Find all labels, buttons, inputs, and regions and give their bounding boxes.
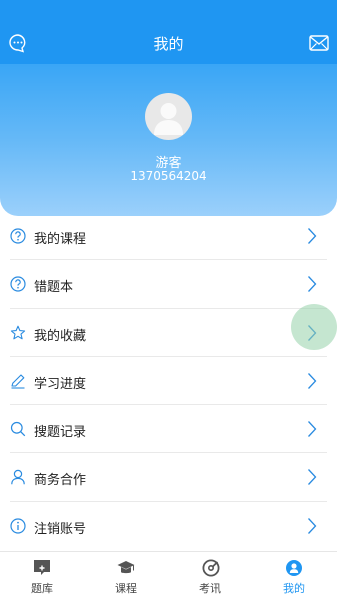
graduation-cap-icon	[117, 561, 135, 574]
tab-question-bank[interactable]: 题库	[0, 552, 84, 600]
star-icon	[10, 325, 26, 339]
menu-item-label: 学习进度	[34, 376, 87, 392]
chevron-right-icon	[308, 372, 317, 389]
menu-item-label: 我的课程	[34, 232, 87, 247]
question-circle-icon	[10, 228, 26, 244]
user-id: 1370564204	[130, 169, 207, 183]
user-icon	[11, 470, 25, 485]
tab-label: 我的	[283, 582, 305, 595]
user-badge-icon	[286, 560, 302, 576]
tab-label: 课程	[115, 582, 137, 595]
disc-icon	[202, 559, 220, 577]
menu-item-delete-account[interactable]: 注销账号	[10, 502, 327, 550]
menu-item-wrong-questions[interactable]: 错题本	[10, 260, 327, 309]
menu-item-search-history[interactable]: 搜题记录	[10, 405, 327, 454]
info-circle-icon	[10, 518, 26, 534]
avatar[interactable]	[145, 93, 192, 140]
top-bar: 我的	[0, 0, 337, 64]
tab-mine[interactable]: 我的	[252, 552, 336, 600]
menu-item-label: 错题本	[34, 280, 74, 296]
menu-item-label: 注销账号	[34, 521, 87, 537]
bottom-tab-bar: 题库 课程 考讯 我的	[0, 551, 337, 600]
question-circle-icon	[10, 276, 26, 292]
question-bank-icon	[34, 560, 50, 575]
chevron-right-icon	[308, 228, 317, 244]
chevron-right-icon	[308, 421, 317, 438]
search-icon	[10, 422, 26, 437]
menu-item-label: 我的收藏	[34, 328, 87, 344]
tab-label: 考讯	[199, 582, 221, 595]
menu-item-label: 搜题记录	[34, 425, 87, 441]
menu-item-business-cooperation[interactable]: 商务合作	[10, 453, 327, 502]
tab-exam-news[interactable]: 考讯	[168, 552, 252, 600]
chevron-right-icon	[308, 276, 317, 293]
menu-list: 我的课程 错题本 我的收藏 学习进度 搜题记录 商务合作 注销账号	[0, 212, 337, 550]
default-avatar-icon	[154, 103, 183, 135]
menu-item-favorites[interactable]: 我的收藏	[10, 309, 327, 357]
menu-item-study-progress[interactable]: 学习进度	[10, 357, 327, 406]
page-title: 我的	[153, 35, 184, 53]
chevron-right-icon	[308, 517, 317, 534]
menu-item-label: 商务合作	[34, 473, 87, 489]
menu-item-my-courses[interactable]: 我的课程	[10, 212, 327, 261]
chevron-right-icon	[308, 469, 317, 486]
tab-courses[interactable]: 课程	[84, 552, 168, 600]
touch-ripple	[291, 304, 337, 350]
pencil-icon	[11, 374, 25, 389]
tab-label: 题库	[31, 582, 53, 595]
mail-icon[interactable]	[309, 35, 329, 51]
